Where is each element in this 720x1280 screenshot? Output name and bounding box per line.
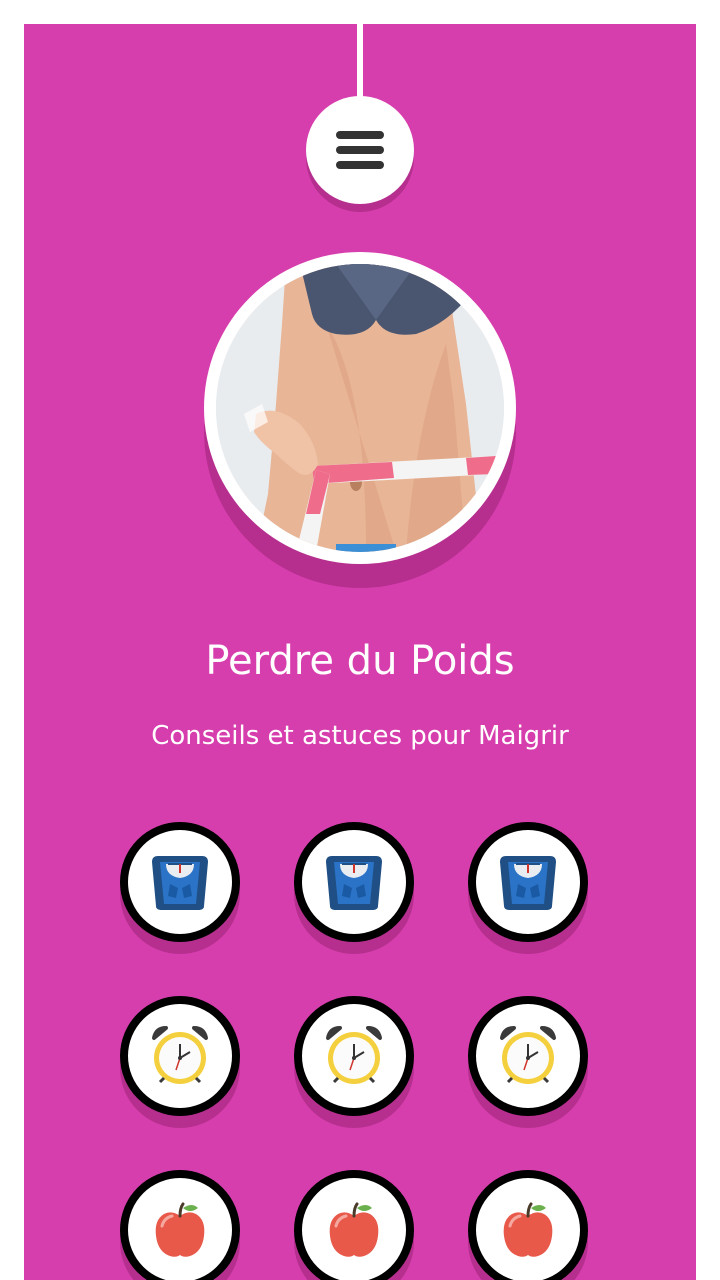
apple-icon [329, 1202, 379, 1257]
main-panel: Perdre du Poids Conseils et astuces pour… [24, 24, 696, 1280]
hero-image-frame [204, 252, 516, 564]
alarm-clock-icon [500, 1026, 556, 1084]
alarm-clock-tile-1[interactable] [120, 996, 240, 1116]
scale-icon [326, 856, 382, 910]
apple-tile-1[interactable] [120, 1170, 240, 1280]
apple-icon [503, 1202, 553, 1257]
scale-icon [500, 856, 556, 910]
page-title: Perdre du Poids [205, 638, 515, 684]
scale-icon [152, 856, 208, 910]
apple-tile-3[interactable] [468, 1170, 588, 1280]
hamburger-menu-icon [336, 131, 384, 169]
scale-tile-3[interactable] [468, 822, 588, 942]
apple-tile-2[interactable] [294, 1170, 414, 1280]
page-subtitle: Conseils et astuces pour Maigrir [151, 721, 569, 751]
alarm-clock-icon [326, 1026, 382, 1084]
waist-measuring-photo [216, 264, 504, 552]
alarm-clock-icon [152, 1026, 208, 1084]
hanging-cord [357, 24, 363, 102]
alarm-clock-tile-2[interactable] [294, 996, 414, 1116]
scale-tile-2[interactable] [294, 822, 414, 942]
scale-tile-1[interactable] [120, 822, 240, 942]
apple-icon [155, 1202, 205, 1257]
alarm-clock-tile-3[interactable] [468, 996, 588, 1116]
menu-button[interactable] [306, 96, 414, 204]
